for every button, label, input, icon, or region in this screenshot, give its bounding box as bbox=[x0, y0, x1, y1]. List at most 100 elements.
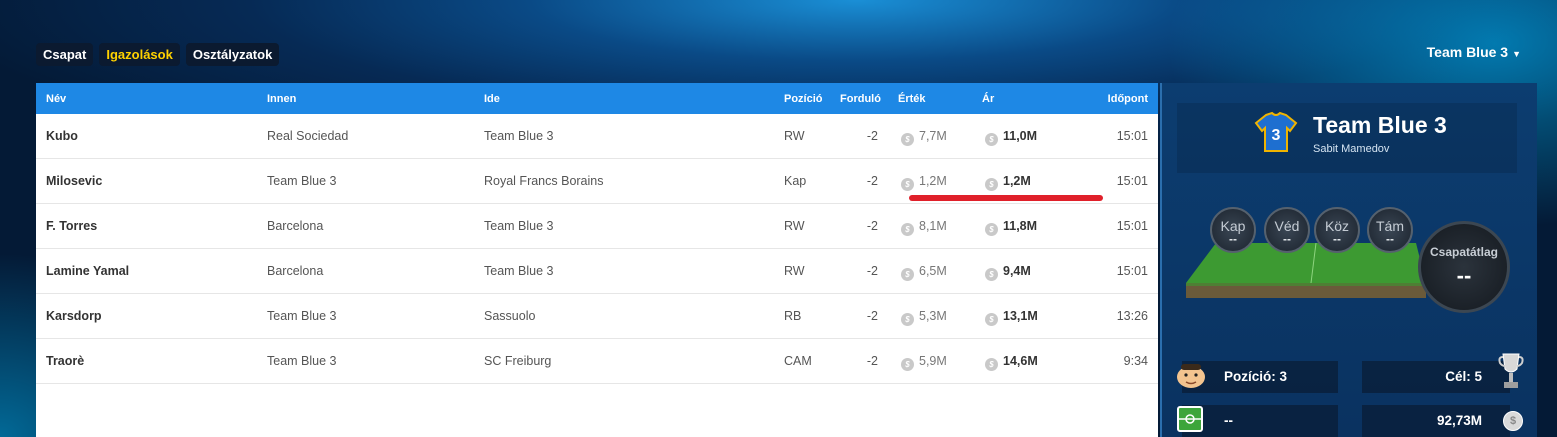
transfer-time: 15:01 bbox=[1116, 264, 1148, 278]
transfer-price: $11,0M bbox=[985, 129, 1037, 146]
from-club: Barcelona bbox=[267, 264, 324, 278]
player-position: RW bbox=[784, 264, 805, 278]
round: -2 bbox=[866, 219, 878, 233]
from-club: Real Sociedad bbox=[267, 129, 349, 143]
panel-manager-name: Sabit Mamedov bbox=[1313, 143, 1390, 155]
tab-csapat[interactable]: Csapat bbox=[36, 43, 94, 66]
round: -2 bbox=[866, 174, 878, 188]
round: -2 bbox=[866, 309, 878, 323]
player-name[interactable]: F. Torres bbox=[46, 219, 97, 233]
market-value-text: 8,1M bbox=[919, 219, 947, 233]
coin-icon: $ bbox=[901, 178, 914, 191]
to-club: SC Freiburg bbox=[484, 354, 552, 368]
line-tam: Tám -- bbox=[1367, 207, 1413, 253]
line-kap-value: -- bbox=[1229, 232, 1237, 246]
to-club: Team Blue 3 bbox=[484, 129, 554, 143]
coin-icon: $ bbox=[901, 133, 914, 146]
coin-icon: $ bbox=[901, 268, 914, 281]
budget-stat: 92,73M bbox=[1362, 405, 1510, 437]
line-koz: Köz -- bbox=[1314, 207, 1360, 253]
header-to[interactable]: Ide bbox=[484, 93, 500, 105]
team-selector[interactable]: Team Blue 3 ▼ bbox=[1427, 44, 1521, 60]
coin-icon: $ bbox=[901, 358, 914, 371]
tab-igazolasok[interactable]: Igazolások bbox=[99, 43, 180, 66]
panel-team-name: Team Blue 3 bbox=[1313, 112, 1447, 138]
transfer-time: 9:34 bbox=[1123, 354, 1148, 368]
table-body: Kubo Real Sociedad Team Blue 3 RW -2 $7,7M $11… bbox=[36, 114, 1158, 384]
table-row[interactable]: F. Torres Barcelona Team Blue 3 RW -2 $8,1M $1… bbox=[36, 204, 1158, 249]
team-average-label: Csapatátlag bbox=[1429, 245, 1499, 259]
pitch-icon bbox=[1177, 406, 1203, 432]
from-club: Barcelona bbox=[267, 219, 324, 233]
table-row[interactable]: Lamine Yamal Barcelona Team Blue 3 RW -2 $6,5… bbox=[36, 249, 1158, 294]
player-position: RB bbox=[784, 309, 802, 323]
market-value: $5,3M bbox=[901, 309, 947, 326]
caret-down-icon: ▼ bbox=[1512, 49, 1521, 59]
team-panel: 3 Team Blue 3 Sabit Mamedov Kap -- Véd -- … bbox=[1160, 83, 1537, 437]
transfer-price: $14,6M bbox=[985, 354, 1038, 371]
market-value-text: 5,9M bbox=[919, 354, 947, 368]
header-value[interactable]: Érték bbox=[898, 93, 926, 105]
trophy-icon bbox=[1498, 353, 1524, 388]
transfer-time: 13:26 bbox=[1116, 309, 1148, 323]
market-value: $5,9M bbox=[901, 354, 947, 371]
line-tam-value: -- bbox=[1386, 232, 1394, 246]
player-position: Kap bbox=[784, 174, 807, 188]
market-value-text: 7,7M bbox=[919, 129, 947, 143]
from-club: Team Blue 3 bbox=[267, 309, 337, 323]
player-name[interactable]: Lamine Yamal bbox=[46, 264, 129, 278]
transfer-price: $9,4M bbox=[985, 264, 1031, 281]
market-value: $6,5M bbox=[901, 264, 947, 281]
market-value-text: 5,3M bbox=[919, 309, 947, 323]
transfer-price: $11,8M bbox=[985, 219, 1037, 236]
transfer-price: $13,1M bbox=[985, 309, 1038, 326]
market-value-text: 1,2M bbox=[919, 174, 947, 188]
line-koz-value: -- bbox=[1333, 232, 1341, 246]
header-from[interactable]: Innen bbox=[267, 93, 296, 105]
transfer-price-text: 11,8M bbox=[1003, 219, 1038, 233]
tab-osztalyzatok[interactable]: Osztályzatok bbox=[185, 43, 280, 66]
round: -2 bbox=[866, 129, 878, 143]
market-value: $8,1M bbox=[901, 219, 947, 236]
market-value: $1,2M bbox=[901, 174, 947, 191]
player-position: RW bbox=[784, 219, 805, 233]
player-name[interactable]: Kubo bbox=[46, 129, 78, 143]
coin-icon: $ bbox=[1503, 411, 1523, 431]
player-name[interactable]: Karsdorp bbox=[46, 309, 102, 323]
coin-icon: $ bbox=[985, 133, 998, 146]
transfer-price: $1,2M bbox=[985, 174, 1031, 191]
coin-icon: $ bbox=[985, 223, 998, 236]
transfer-price-text: 9,4M bbox=[1003, 264, 1031, 278]
header-name[interactable]: Név bbox=[46, 93, 66, 105]
line-kap: Kap -- bbox=[1210, 207, 1256, 253]
player-name[interactable]: Traorè bbox=[46, 354, 84, 368]
transfer-price-text: 11,0M bbox=[1003, 129, 1038, 143]
header-position[interactable]: Pozíció bbox=[784, 93, 823, 105]
table-row[interactable]: Traorè Team Blue 3 SC Freiburg CAM -2 $5,9M $1… bbox=[36, 339, 1158, 384]
transfer-time: 15:01 bbox=[1116, 219, 1148, 233]
from-club: Team Blue 3 bbox=[267, 354, 337, 368]
table-row[interactable]: Karsdorp Team Blue 3 Sassuolo RB -2 $5,3M $13,… bbox=[36, 294, 1158, 339]
transfer-price-text: 14,6M bbox=[1003, 354, 1038, 368]
line-ved-value: -- bbox=[1283, 232, 1291, 246]
player-name[interactable]: Milosevic bbox=[46, 174, 102, 188]
header-round[interactable]: Forduló bbox=[840, 93, 881, 105]
position-stat-text: Pozíció: 3 bbox=[1224, 369, 1288, 384]
round: -2 bbox=[866, 264, 878, 278]
goal-stat-text: Cél: 5 bbox=[1445, 369, 1482, 384]
transfer-time: 15:01 bbox=[1116, 129, 1148, 143]
coin-icon: $ bbox=[901, 223, 914, 236]
budget-stat-text: 92,73M bbox=[1436, 413, 1482, 428]
coin-icon: $ bbox=[901, 313, 914, 326]
transfers-table: Név Innen Ide Pozíció Forduló Érték Ár I… bbox=[36, 83, 1158, 437]
top-tabs: Csapat Igazolások Osztályzatok bbox=[36, 43, 280, 66]
coin-icon: $ bbox=[985, 358, 998, 371]
coin-icon: $ bbox=[985, 313, 998, 326]
transfer-price-text: 1,2M bbox=[1003, 174, 1031, 188]
manager-face-icon bbox=[1177, 364, 1205, 388]
header-time[interactable]: Időpont bbox=[1108, 93, 1148, 105]
table-row[interactable]: Kubo Real Sociedad Team Blue 3 RW -2 $7,7M $11… bbox=[36, 114, 1158, 159]
table-header: Név Innen Ide Pozíció Forduló Érték Ár I… bbox=[36, 83, 1158, 114]
team-average: Csapatátlag -- bbox=[1418, 221, 1510, 313]
header-price[interactable]: Ár bbox=[982, 93, 994, 105]
